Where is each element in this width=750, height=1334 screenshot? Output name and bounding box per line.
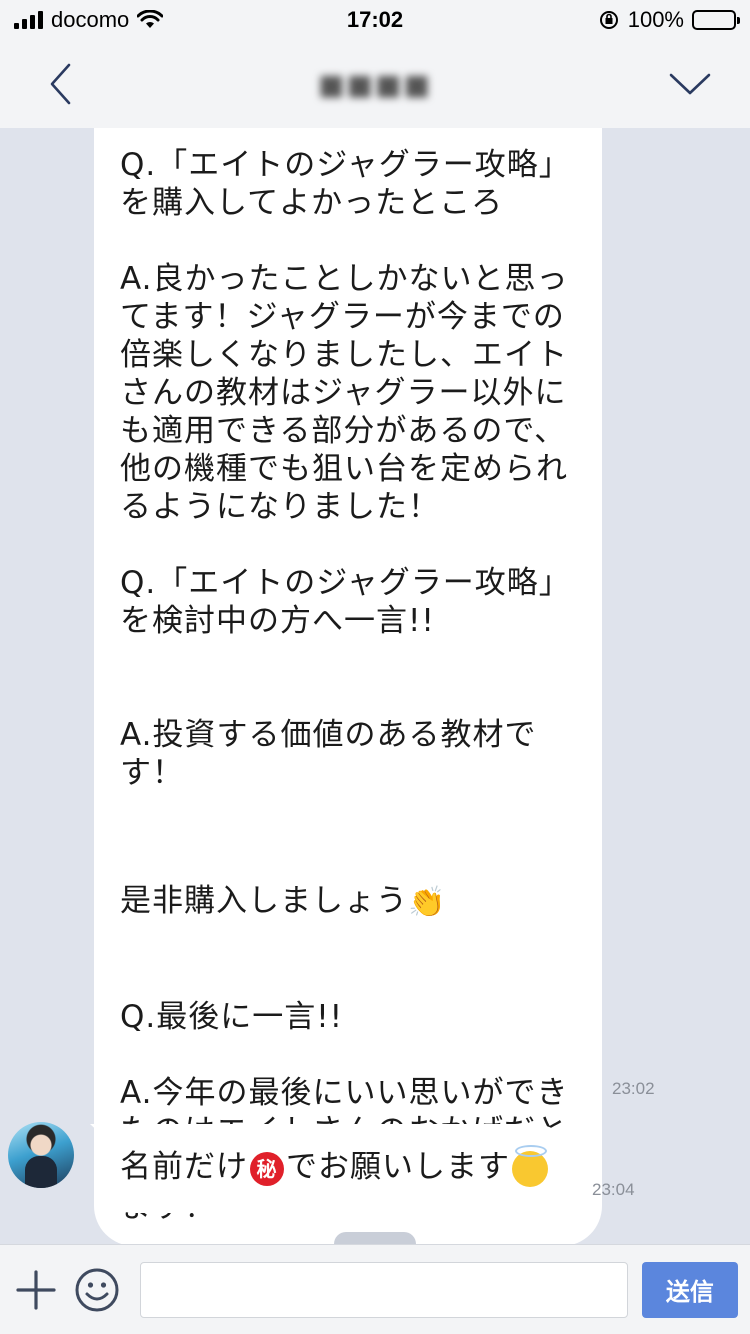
signal-icon — [14, 11, 43, 29]
carrier-label: docomo — [51, 7, 130, 32]
nav-bar: ■■■■ — [0, 40, 750, 128]
battery-icon — [692, 10, 740, 30]
answer-2-extra-line: 是非購入しましょう👏 — [120, 844, 578, 922]
answer-2: A.投資する価値のある教材で す！ — [120, 717, 537, 791]
short-text-before: 名前だけ — [120, 1149, 248, 1185]
message-bubble-short: 名前だけ秘でお願いします — [94, 1124, 574, 1213]
status-right: 100% — [598, 7, 740, 33]
answer-2-extra: 是非購入しましょう — [120, 883, 408, 919]
message-bubble-long: Q.「エイトのジャグラー攻略」 を購入してよかったところ A.良かったことしかな… — [94, 128, 602, 1244]
chevron-down-icon — [669, 73, 711, 95]
question-1: Q.「エイトのジャグラー攻略」 を購入してよかったところ — [120, 147, 571, 221]
clapping-hands-icon: 👏 — [408, 884, 447, 920]
chevron-left-icon — [50, 63, 71, 105]
secret-mark-icon: 秘 — [250, 1151, 284, 1186]
message-time-1: 23:02 — [612, 1079, 655, 1098]
chat-title: ■■■■ — [318, 67, 432, 101]
answer-2-block: A.投資する価値のある教材で す！ 是非購入しましょう👏 — [120, 678, 578, 960]
scroll-to-bottom-handle[interactable] — [334, 1232, 416, 1244]
chat-menu-button[interactable] — [660, 54, 720, 114]
wifi-icon — [137, 10, 164, 28]
back-button[interactable] — [30, 54, 90, 114]
battery-percent: 100% — [627, 7, 684, 32]
smiling-face-with-halo-icon — [512, 1144, 548, 1187]
status-bar: docomo 17:02 100% — [0, 0, 750, 40]
orientation-lock-icon — [599, 11, 618, 29]
message-time-2: 23:04 — [592, 1180, 635, 1199]
short-text-after: でお願いします — [286, 1149, 510, 1185]
answer-1: A.良かったことしかないと思っ てます！ジャグラーが今までの 倍楽しくなりました… — [120, 261, 569, 525]
chat-area[interactable]: Q.「エイトのジャグラー攻略」 を購入してよかったところ A.良かったことしかな… — [0, 128, 750, 1244]
smiley-icon — [75, 1268, 119, 1311]
message-input[interactable] — [140, 1261, 628, 1318]
status-left: docomo — [14, 7, 164, 33]
plus-icon — [15, 1269, 56, 1310]
sticker-button[interactable] — [73, 1266, 120, 1314]
add-button[interactable] — [12, 1266, 59, 1314]
avatar[interactable] — [8, 1122, 74, 1188]
send-button[interactable]: 送信 — [641, 1261, 738, 1318]
question-3: Q.最後に一言!! — [120, 998, 344, 1035]
input-bar: 送信 — [0, 1244, 750, 1334]
question-2: Q.「エイトのジャグラー攻略」 を検討中の方へ一言!! — [120, 565, 571, 639]
